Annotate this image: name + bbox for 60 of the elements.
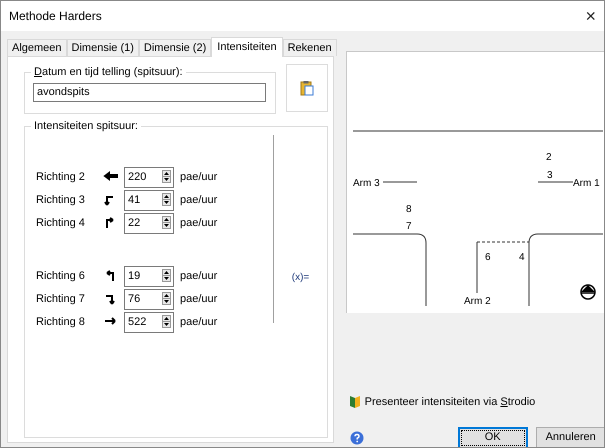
direction-number: 6 <box>484 252 490 263</box>
dialog-button[interactable]: Annuleren <box>536 426 604 447</box>
tab[interactable]: Algemeen <box>7 39 67 56</box>
dialog-button[interactable]: OK <box>458 426 528 447</box>
tab[interactable]: Dimensie (2) <box>138 39 212 56</box>
direction-label: Richting 2 <box>36 170 86 185</box>
spinner-arrows-icon[interactable] <box>162 170 171 182</box>
direction-number: 8 <box>406 204 412 215</box>
direction-label: Richting 6 <box>36 268 86 284</box>
compass-icon <box>580 284 596 300</box>
unit-label: pae/uur <box>180 292 218 307</box>
intensity-value: 22 <box>128 216 140 230</box>
intensity-value: 76 <box>128 292 140 306</box>
arm-label: Arm 2 <box>464 296 490 307</box>
spinner-arrows-icon[interactable] <box>162 216 171 228</box>
close-button[interactable]: × <box>581 7 600 25</box>
direction-label: Richting 8 <box>36 314 86 330</box>
help-icon[interactable] <box>350 430 364 444</box>
clipboard-icon <box>300 80 314 96</box>
direction-number: 4 <box>518 252 524 263</box>
intensity-value: 522 <box>128 314 146 330</box>
direction-label: Richting 3 <box>36 192 86 208</box>
strodio-link[interactable]: Presenteer intensiteiten via Strodio <box>364 394 536 410</box>
unit-label: pae/uur <box>180 314 218 330</box>
paste-button[interactable] <box>286 64 328 112</box>
unit-label: pae/uur <box>180 216 218 231</box>
spinner-arrows-icon[interactable] <box>162 292 171 304</box>
direction-arrow-icon <box>103 170 119 184</box>
tab[interactable]: Intensiteiten <box>211 37 283 57</box>
intensity-field[interactable]: 76 <box>124 288 174 310</box>
arm-label: Arm 1 <box>572 178 600 189</box>
formula-label: (x)= <box>292 270 310 284</box>
unit-label: pae/uur <box>180 268 218 284</box>
spinner-arrows-icon[interactable] <box>162 314 171 328</box>
spinner-arrows-icon[interactable] <box>162 268 171 282</box>
unit-label: pae/uur <box>180 192 218 208</box>
spinner-arrows-icon[interactable] <box>162 192 171 206</box>
intensity-field[interactable]: 41 <box>124 190 174 210</box>
intensity-value: 220 <box>128 170 146 184</box>
intensity-field[interactable]: 22 <box>124 212 174 234</box>
direction-number: 2 <box>546 152 552 163</box>
tab[interactable]: Rekenen <box>282 39 337 56</box>
direction-label: Richting 4 <box>36 216 86 231</box>
group-label: Datum en tijd telling (spitsuur): <box>33 65 184 80</box>
direction-label: Richting 7 <box>36 292 86 307</box>
direction-number: 3 <box>546 170 552 181</box>
strodio-logo-icon <box>348 395 361 410</box>
unit-label: pae/uur <box>180 170 218 185</box>
intensity-field[interactable]: 220 <box>124 166 174 188</box>
lane-divider-line <box>476 242 478 294</box>
intensity-field[interactable]: 522 <box>124 312 174 332</box>
window-title: Methode Harders <box>9 8 102 25</box>
intensity-field[interactable]: 19 <box>124 266 174 286</box>
tab[interactable]: Dimensie (1) <box>66 39 139 56</box>
direction-number: 7 <box>406 221 412 232</box>
date-time-field[interactable]: avondspits <box>33 82 266 102</box>
intensity-value: 41 <box>128 192 140 208</box>
group-label: Intensiteiten spitsuur: <box>33 119 139 134</box>
arm-label: Arm 3 <box>352 178 380 189</box>
intensity-value: 19 <box>128 268 140 284</box>
